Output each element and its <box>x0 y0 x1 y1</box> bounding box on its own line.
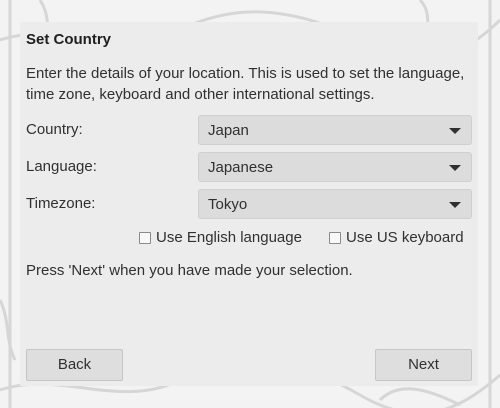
use-english-label: Use English language <box>156 229 302 246</box>
dialog-title: Set Country <box>26 31 112 48</box>
timezone-value: Tokyo <box>208 196 248 213</box>
country-label: Country: <box>26 121 83 138</box>
checkbox-icon <box>329 231 341 244</box>
back-button[interactable]: Back <box>26 349 123 381</box>
language-select[interactable]: Japanese <box>198 152 472 182</box>
language-value: Japanese <box>208 159 274 176</box>
language-label: Language: <box>26 158 97 175</box>
set-country-dialog: Set Country Enter the details of your lo… <box>20 22 478 386</box>
use-us-keyboard-label: Use US keyboard <box>346 229 464 246</box>
country-value: Japan <box>208 122 249 139</box>
timezone-select[interactable]: Tokyo <box>198 189 472 219</box>
next-button[interactable]: Next <box>375 349 472 381</box>
dropdown-arrow-icon <box>449 128 461 134</box>
checkbox-icon <box>139 231 151 244</box>
country-select[interactable]: Japan <box>198 115 472 145</box>
use-us-keyboard-checkbox[interactable]: Use US keyboard <box>329 229 464 246</box>
use-english-checkbox[interactable]: Use English language <box>139 229 302 246</box>
instruction-note: Press 'Next' when you have made your sel… <box>26 262 353 279</box>
timezone-label: Timezone: <box>26 195 96 212</box>
dropdown-arrow-icon <box>449 165 461 171</box>
dialog-description: Enter the details of your location. This… <box>26 65 465 103</box>
dropdown-arrow-icon <box>449 202 461 208</box>
